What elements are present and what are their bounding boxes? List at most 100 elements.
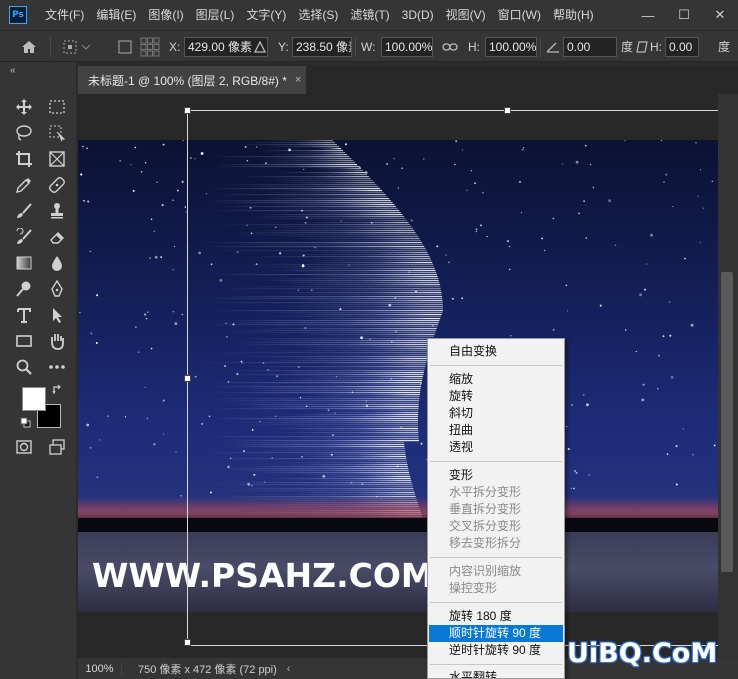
menu-item-rotate-90-ccw[interactable]: 逆时针旋转 90 度 [429, 642, 563, 659]
screen-mode-icon[interactable] [44, 434, 70, 460]
menu-layer[interactable]: 图层(L) [190, 0, 241, 30]
hskew-field[interactable]: 0.00 [665, 36, 699, 57]
close-tab-icon[interactable]: × [295, 74, 301, 86]
blur-tool-icon[interactable] [44, 250, 70, 276]
menu-separator [430, 557, 562, 558]
menu-item-free-transform[interactable]: 自由变换 [429, 343, 563, 360]
app-logo: Ps [9, 6, 27, 24]
menu-separator [430, 602, 562, 603]
reference-grid-icon [140, 31, 160, 62]
transform-context-menu: 自由变换 缩放 旋转 斜切 扭曲 透视 变形 水平拆分变形 垂直拆分变形 交叉拆… [427, 338, 565, 679]
frame-tool-icon[interactable] [44, 146, 70, 172]
eraser-tool-icon[interactable] [44, 224, 70, 250]
zoom-tool-icon[interactable] [11, 354, 37, 380]
x-label: X: [169, 39, 181, 54]
menu-item-vertical-split-warp: 垂直拆分变形 [449, 502, 522, 516]
marquee-tool-icon[interactable] [44, 94, 70, 120]
zoom-level[interactable]: 100% [78, 662, 122, 675]
menu-3d[interactable]: 3D(D) [396, 0, 440, 30]
menu-window[interactable]: 窗口(W) [492, 0, 547, 30]
tools-panel: « [0, 62, 76, 679]
home-icon[interactable] [20, 31, 38, 62]
pen-tool-icon[interactable] [44, 276, 70, 302]
quick-mask-icon[interactable] [11, 434, 37, 460]
brush-tool-icon[interactable] [11, 198, 37, 224]
healing-brush-tool-icon[interactable] [44, 172, 70, 198]
transform-handle-top-center[interactable] [504, 107, 511, 114]
menu-type[interactable]: 文字(Y) [240, 0, 292, 30]
move-tool-icon[interactable] [11, 94, 37, 120]
path-selection-tool-icon[interactable] [44, 302, 70, 328]
hskew-label: H: [650, 39, 662, 54]
menu-item-perspective[interactable]: 透视 [429, 439, 563, 456]
menu-separator [430, 461, 562, 462]
transform-handle-middle-left[interactable] [184, 375, 191, 382]
menu-item-flip-horizontal[interactable]: 水平翻转 [429, 669, 563, 678]
history-brush-tool-icon[interactable] [11, 224, 37, 250]
document-tab[interactable]: 未标题-1 @ 100% (图层 2, RGB/8#) * × [78, 66, 306, 94]
collapse-toolbar-icon[interactable]: « [10, 65, 16, 76]
crop-tool-icon[interactable] [11, 146, 37, 172]
menu-item-warp[interactable]: 变形 [429, 467, 563, 484]
menu-select[interactable]: 选择(S) [292, 0, 344, 30]
minimize-button[interactable]: — [630, 0, 666, 30]
width-field[interactable]: 100.00% [381, 36, 433, 57]
site-watermark: UiBQ.CoM [567, 638, 718, 669]
menu-filter[interactable]: 滤镜(T) [344, 0, 395, 30]
menu-view[interactable]: 视图(V) [440, 0, 492, 30]
menu-item-rotate-180[interactable]: 旋转 180 度 [429, 608, 563, 625]
scrollbar-thumb[interactable] [721, 272, 733, 572]
delta-icon[interactable] [254, 31, 266, 62]
transform-handle-bottom-left[interactable] [184, 639, 191, 646]
reference-point-icon[interactable] [62, 31, 92, 62]
menu-item-puppet-warp: 操控变形 [449, 581, 498, 595]
gradient-tool-icon[interactable] [11, 250, 37, 276]
h-label: H: [468, 39, 480, 54]
w-label: W: [361, 39, 376, 54]
hand-tool-icon[interactable] [44, 328, 70, 354]
angle-unit: 度 [621, 40, 634, 54]
y-position-field[interactable]: 238.50 像素 [292, 36, 352, 57]
link-icon[interactable] [442, 31, 458, 62]
menu-help[interactable]: 帮助(H) [547, 0, 600, 30]
more-tools-icon[interactable] [44, 354, 70, 380]
foreground-color-swatch[interactable] [22, 387, 46, 411]
clone-stamp-tool-icon[interactable] [44, 198, 70, 224]
document-tab-bar: 未标题-1 @ 100% (图层 2, RGB/8#) * × [78, 66, 738, 94]
canvas-area[interactable]: WWW.PSAHZ.COM [78, 94, 718, 658]
document-info[interactable]: 750 像素 x 472 像素 (72 ppi) [138, 661, 277, 677]
reference-point-checkbox[interactable] [118, 31, 132, 62]
transform-handle-top-left[interactable] [184, 107, 191, 114]
swap-colors-icon[interactable] [52, 384, 63, 398]
menu-item-skew[interactable]: 斜切 [429, 405, 563, 422]
window-controls: — ☐ ✕ [630, 0, 738, 30]
angle-icon [546, 31, 560, 62]
status-arrow-icon[interactable]: ‹ [287, 663, 291, 675]
rectangle-tool-icon[interactable] [11, 328, 37, 354]
lasso-tool-icon[interactable] [11, 120, 37, 146]
menu-item-cross-split-warp: 交叉拆分变形 [449, 519, 522, 533]
menu-image[interactable]: 图像(I) [142, 0, 189, 30]
skew-icon [636, 31, 648, 62]
menu-file[interactable]: 文件(F) [39, 0, 90, 30]
menu-item-scale[interactable]: 缩放 [429, 371, 563, 388]
object-selection-tool-icon[interactable] [44, 120, 70, 146]
menu-item-rotate-90-cw[interactable]: 顺时针旋转 90 度 [429, 625, 563, 642]
menu-item-horizontal-split-warp: 水平拆分变形 [449, 485, 522, 499]
menu-item-rotate[interactable]: 旋转 [429, 388, 563, 405]
maximize-button[interactable]: ☐ [666, 0, 702, 30]
eyedropper-tool-icon[interactable] [11, 172, 37, 198]
menu-edit[interactable]: 编辑(E) [90, 0, 142, 30]
default-colors-icon[interactable] [20, 417, 31, 431]
angle-field[interactable]: 0.00 [563, 36, 617, 57]
height-field[interactable]: 100.00% [485, 36, 537, 57]
vertical-scrollbar[interactable] [718, 94, 738, 658]
menu-separator [430, 664, 562, 665]
menu-bar: Ps 文件(F) 编辑(E) 图像(I) 图层(L) 文字(Y) 选择(S) 滤… [0, 0, 738, 30]
close-button[interactable]: ✕ [702, 0, 738, 30]
menu-separator [430, 365, 562, 366]
type-tool-icon[interactable] [11, 302, 37, 328]
vskew-unit: 度 [718, 40, 731, 54]
menu-item-distort[interactable]: 扭曲 [429, 422, 563, 439]
dodge-tool-icon[interactable] [11, 276, 37, 302]
